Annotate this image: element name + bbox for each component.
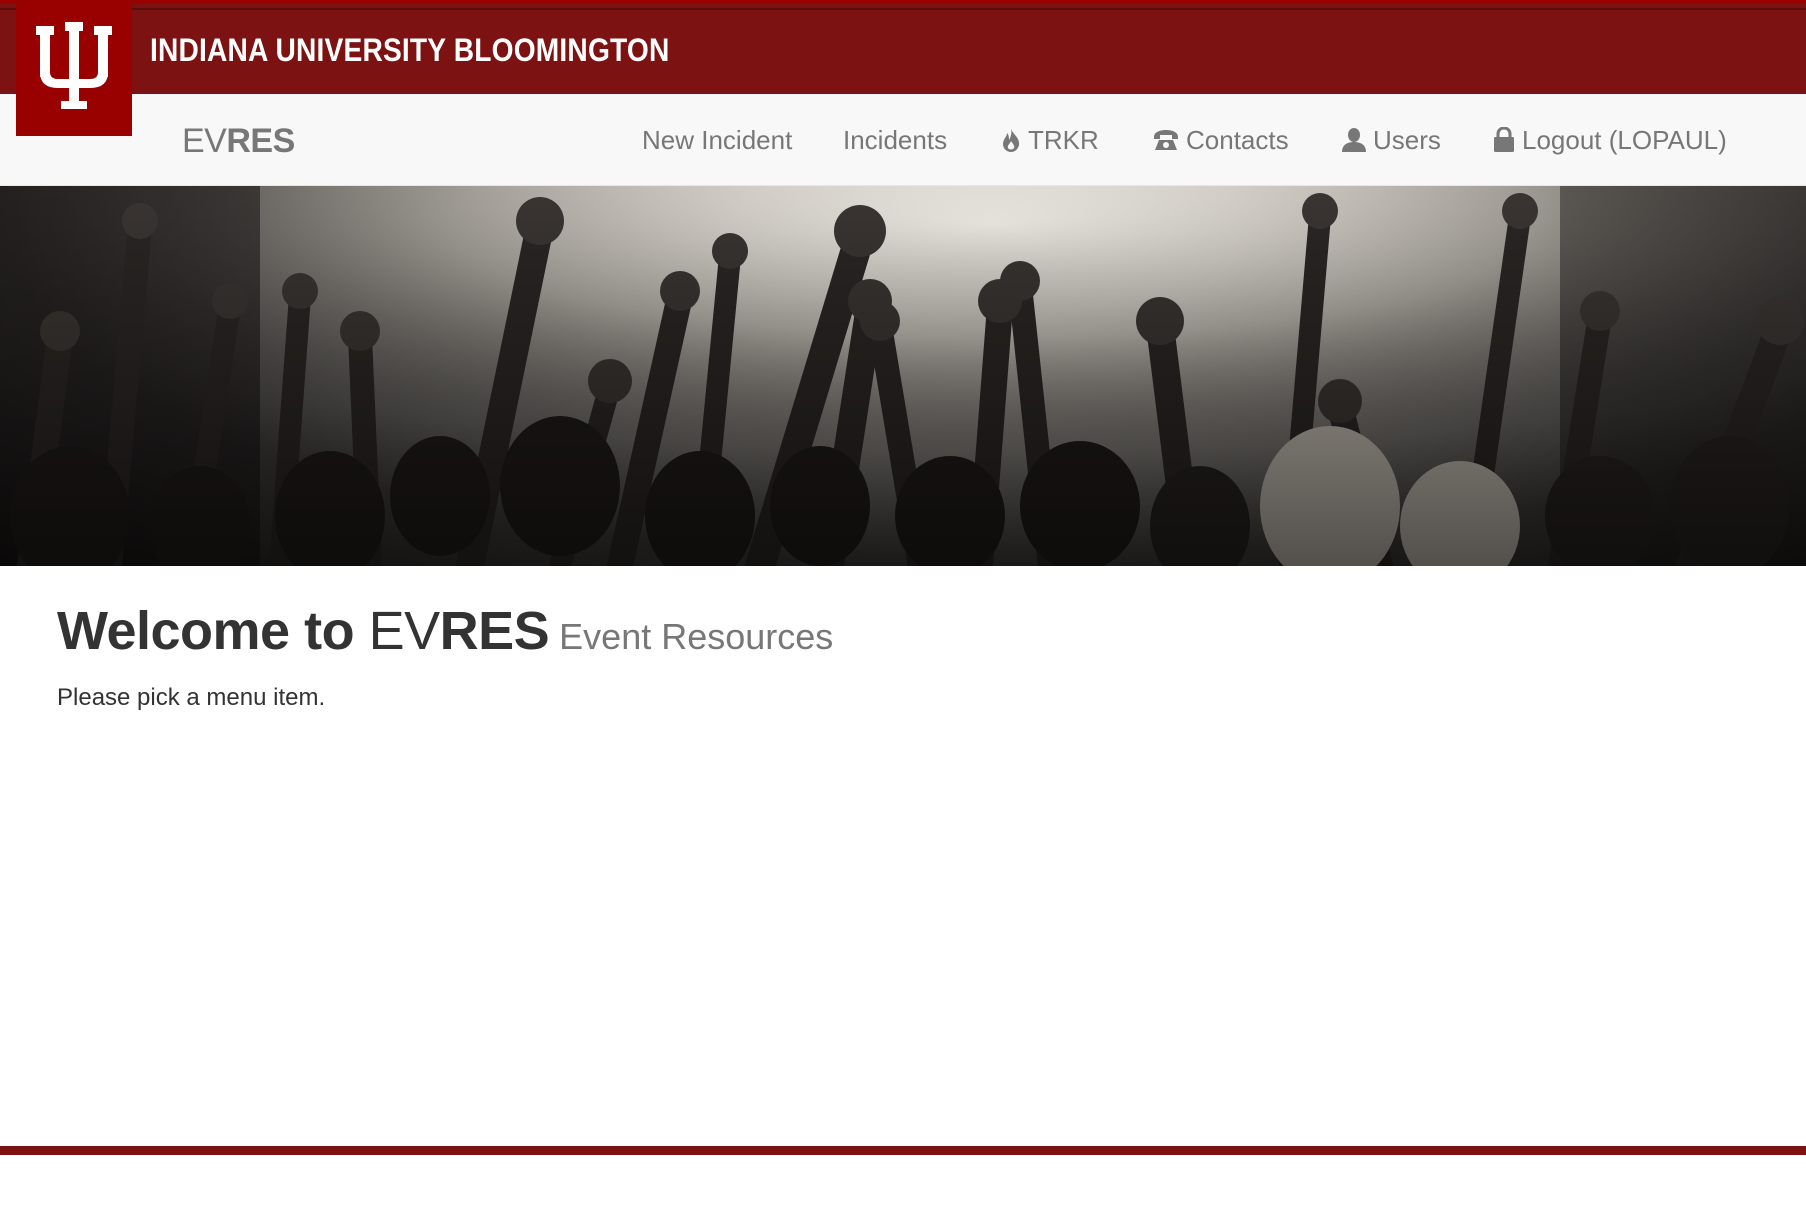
page: INDIANA UNIVERSITY BLOOMINGTON EVRES New… xyxy=(0,0,1806,1218)
nav-incidents-label: Incidents xyxy=(843,124,948,155)
fire-icon xyxy=(1000,127,1022,153)
nav-contacts[interactable]: Contacts xyxy=(1152,125,1289,156)
welcome-prefix: Welcome to xyxy=(57,601,369,661)
welcome-res: RES xyxy=(439,601,550,661)
lock-icon xyxy=(1492,127,1516,153)
instruction-text: Please pick a menu item. xyxy=(57,684,326,711)
app-navbar: EVRES New Incident Incidents TRKR Contac… xyxy=(0,94,1806,186)
phone-icon xyxy=(1152,128,1180,152)
nav-contacts-label: Contacts xyxy=(1186,124,1289,155)
nav-logout[interactable]: Logout (LOPAUL) xyxy=(1492,125,1727,156)
nav-trkr-label: TRKR xyxy=(1028,124,1099,155)
crowd-photo-illustration xyxy=(0,186,1806,566)
brand-res: RES xyxy=(226,122,295,160)
app-brand[interactable]: EVRES xyxy=(182,122,295,161)
nav-users-label: Users xyxy=(1373,124,1441,155)
hero-banner-image xyxy=(0,186,1806,566)
brand-ev: EV xyxy=(182,122,227,160)
nav-incidents[interactable]: Incidents xyxy=(843,125,947,156)
welcome-heading: Welcome to EVRES Event Resources xyxy=(57,600,833,662)
iu-trident-icon xyxy=(36,22,112,109)
nav-logout-label: Logout (LOPAUL) xyxy=(1522,124,1727,155)
user-icon xyxy=(1341,127,1367,153)
iu-trident-logo[interactable] xyxy=(16,4,132,136)
welcome-subtitle: Event Resources xyxy=(559,616,834,657)
nav-users[interactable]: Users xyxy=(1341,125,1441,156)
nav-trkr[interactable]: TRKR xyxy=(1000,125,1099,156)
welcome-ev: EV xyxy=(368,601,441,661)
nav-new-incident[interactable]: New Incident xyxy=(642,125,792,156)
iu-header-bar: INDIANA UNIVERSITY BLOOMINGTON xyxy=(0,0,1806,136)
university-name[interactable]: INDIANA UNIVERSITY BLOOMINGTON xyxy=(150,32,669,69)
main-content: Welcome to EVRES Event Resources Please p… xyxy=(57,600,833,712)
footer-divider xyxy=(0,1146,1806,1155)
nav-new-incident-label: New Incident xyxy=(642,124,793,155)
